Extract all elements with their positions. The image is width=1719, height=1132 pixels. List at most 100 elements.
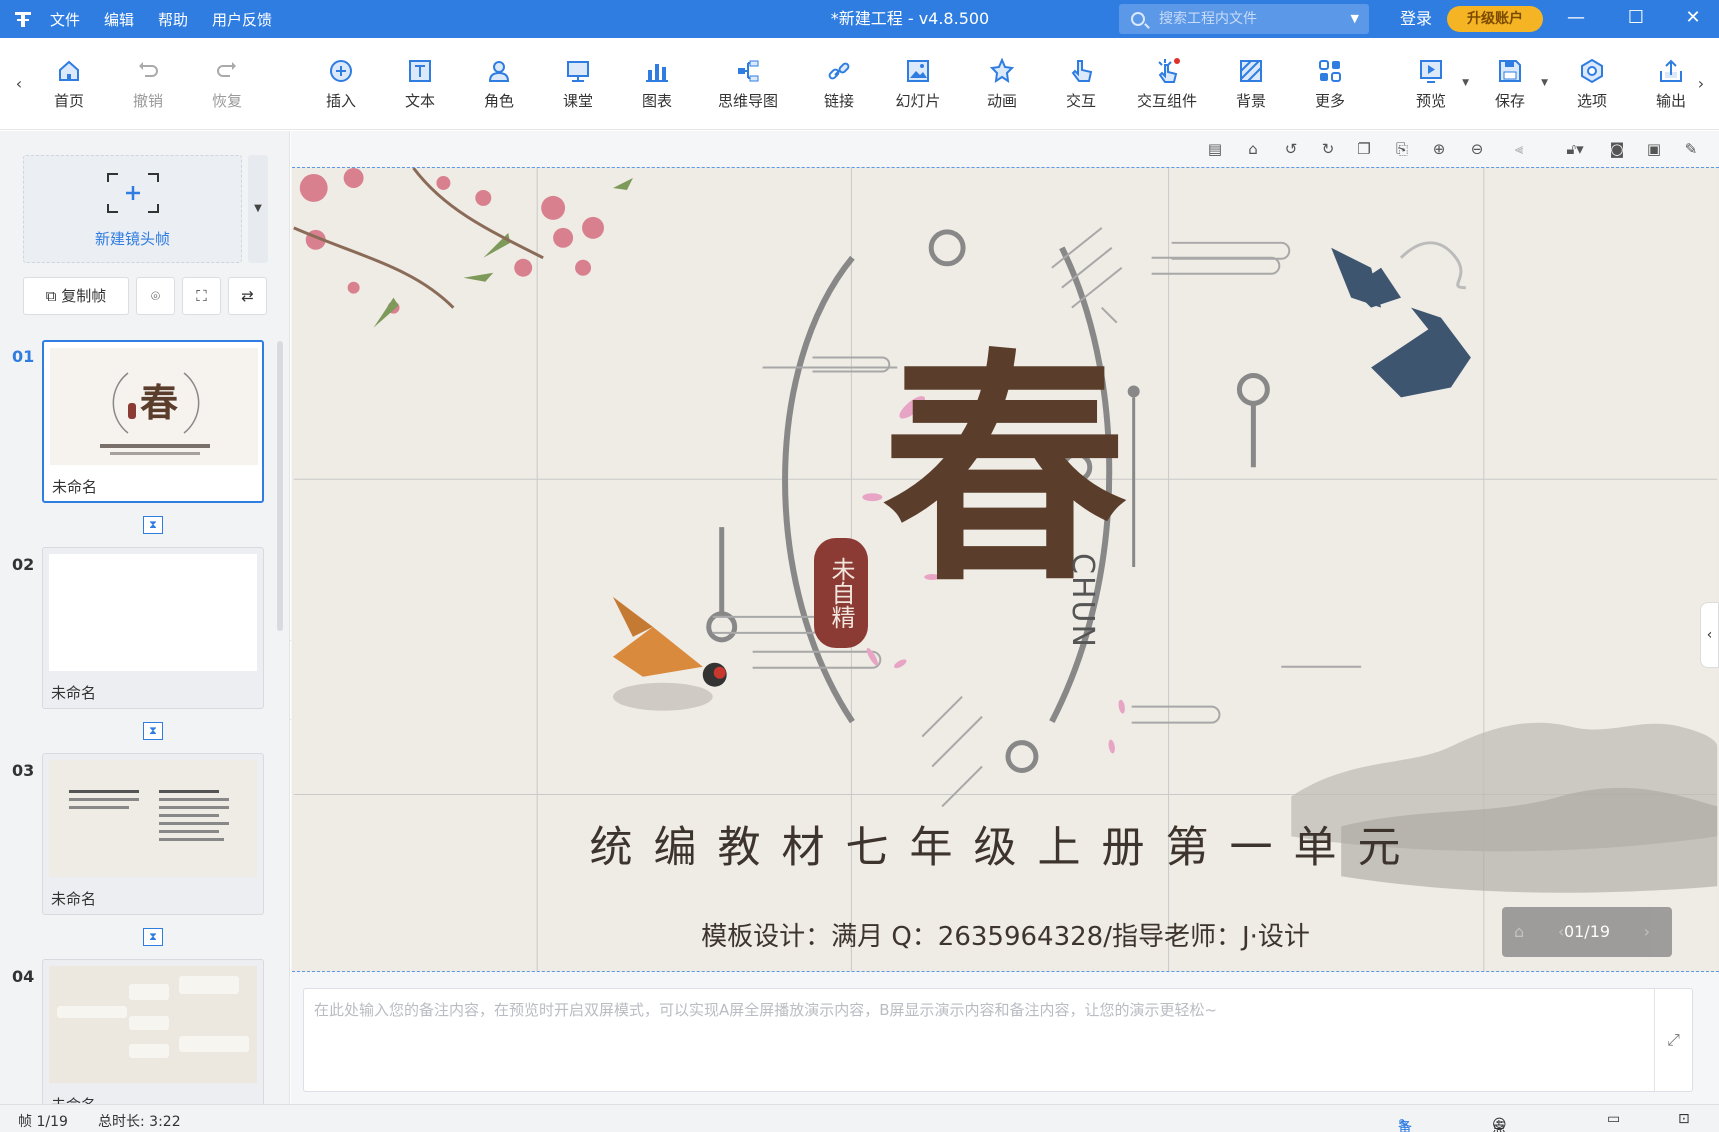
export-button[interactable]: 输出 xyxy=(1636,58,1706,118)
copy-frame-button[interactable]: ⧉ 复制帧 xyxy=(23,277,129,315)
options-button[interactable]: 选项 xyxy=(1557,58,1627,118)
interact-icon xyxy=(1071,60,1093,82)
settings-view-icon[interactable]: ▣ xyxy=(1644,139,1664,159)
link-button[interactable]: 链接 xyxy=(804,58,874,118)
copy-icon[interactable]: ❐ xyxy=(1354,139,1374,159)
transition-icon[interactable]: ⧗ xyxy=(143,928,163,946)
fit-frame-icon[interactable]: ⛶ xyxy=(182,277,221,315)
chevron-down-icon[interactable]: ▼ xyxy=(1351,4,1359,34)
zoom-out-icon[interactable]: ⊖ xyxy=(1467,139,1487,159)
search-input[interactable]: 搜索工程内文件 ▼ xyxy=(1119,4,1369,34)
insert-button[interactable]: 插入 xyxy=(306,58,376,118)
save-dropdown-icon[interactable]: ▼ xyxy=(1541,78,1548,88)
classroom-icon xyxy=(567,61,589,82)
menu-file[interactable]: 文件 xyxy=(50,9,80,30)
redo-button[interactable]: 恢复 xyxy=(192,58,262,118)
redo-label: 恢复 xyxy=(211,92,242,110)
transition-icon[interactable]: ⧗ xyxy=(143,516,163,534)
slide-name: 未命名 xyxy=(51,890,97,908)
home-view-icon[interactable]: ⌂ xyxy=(1243,139,1263,159)
screenshot-icon[interactable]: ◙ xyxy=(1607,139,1627,159)
app-logo xyxy=(12,8,34,30)
new-frame-button[interactable]: 新建镜头帧 xyxy=(23,155,242,263)
slide-pager: ⌂ ‹ 01/19 › xyxy=(1502,907,1672,957)
slideshow-button[interactable]: 幻灯片 xyxy=(883,58,953,118)
slide-preview: 春 xyxy=(50,348,258,465)
rotate-left-icon[interactable]: ↺ xyxy=(1281,139,1301,159)
close-icon[interactable]: ✕ xyxy=(1673,0,1713,38)
export-label: 输出 xyxy=(1655,92,1686,110)
mindmap-button[interactable]: 思维导图 xyxy=(711,58,785,118)
role-button[interactable]: 角色 xyxy=(464,58,534,118)
notes-field[interactable]: 在此处输入您的备注内容，在预览时开启双屏模式，可以实现A屏全屏播放演示内容，B屏… xyxy=(303,988,1693,1092)
upgrade-button[interactable]: 升级账户 xyxy=(1447,6,1543,32)
zoom-in-icon[interactable]: ⊕ xyxy=(1429,139,1449,159)
interactive-component-button[interactable]: 交互组件 xyxy=(1130,58,1204,118)
toolbar-scroll-left-icon[interactable]: ‹ xyxy=(11,74,27,104)
notes-placeholder: 在此处输入您的备注内容，在预览时开启双屏模式，可以实现A屏全屏播放演示内容，B屏… xyxy=(314,1001,1218,1019)
animation-button[interactable]: 动画 xyxy=(967,58,1037,118)
slide-pinyin[interactable]: CHUN xyxy=(1065,553,1100,649)
expand-right-panel-icon[interactable]: ‹ xyxy=(1700,602,1719,668)
text-label: 文本 xyxy=(404,92,435,110)
text-button[interactable]: 文本 xyxy=(385,58,455,118)
text-icon xyxy=(409,60,431,82)
background-button[interactable]: 背景 xyxy=(1216,58,1286,118)
pager-home-icon[interactable]: ⌂ xyxy=(1514,907,1524,957)
save-icon xyxy=(1499,60,1521,82)
save-button[interactable]: 保存 ▼ xyxy=(1472,58,1548,118)
classroom-button[interactable]: 课堂 xyxy=(543,58,613,118)
menu-edit[interactable]: 编辑 xyxy=(104,9,134,30)
slide-thumbnail-2[interactable]: 未命名 xyxy=(42,547,264,709)
slide-subtitle[interactable]: 统编教材七年级上册第一单元 xyxy=(292,813,1719,875)
paste-icon[interactable]: ⎘ xyxy=(1392,139,1412,159)
add-frame-icon xyxy=(107,173,159,213)
swap-icon[interactable]: ⇄ xyxy=(228,277,267,315)
slide-thumbnail-3[interactable]: 未命名 xyxy=(42,753,264,915)
minimize-icon[interactable]: — xyxy=(1556,0,1596,38)
expand-notes-icon[interactable]: ⤢ xyxy=(1654,989,1692,1091)
animation-label: 动画 xyxy=(986,92,1017,110)
unlock-icon[interactable]: ⊡ xyxy=(1678,1111,1690,1127)
menu-help[interactable]: 帮助 xyxy=(158,9,188,30)
frame-list-scrollbar[interactable] xyxy=(277,341,283,631)
background-label: 背景 xyxy=(1235,92,1266,110)
slide-thumbnail-4[interactable]: 未命名 xyxy=(42,959,264,1104)
screen-icon[interactable]: ▭ xyxy=(1607,1111,1620,1127)
home-button[interactable]: 首页 xyxy=(34,58,104,118)
rollcall-label: 点名 xyxy=(1492,1120,1506,1132)
insert-icon xyxy=(330,60,352,82)
undo-button[interactable]: 撤销 xyxy=(113,58,183,118)
layout-icon[interactable]: ▤ xyxy=(1205,139,1225,159)
align-icon[interactable]: ⫷ xyxy=(1509,139,1529,159)
edit-icon[interactable]: ✎ xyxy=(1681,139,1701,159)
main-menu: 文件 编辑 帮助 用户反馈 xyxy=(50,0,272,38)
camera-icon[interactable]: ⌾ xyxy=(136,277,175,315)
chart-button[interactable]: 图表 xyxy=(622,58,692,118)
preview-button[interactable]: 预览 ▼ xyxy=(1393,58,1469,118)
total-duration: 总时长: 3:22 xyxy=(98,1114,181,1130)
lock-icon[interactable]: 🔓︎▾ xyxy=(1559,139,1591,159)
pager-prev-icon[interactable]: ‹ xyxy=(1558,907,1564,957)
menu-feedback[interactable]: 用户反馈 xyxy=(212,9,272,30)
interactive-component-label: 交互组件 xyxy=(1136,92,1197,110)
transition-icon[interactable]: ⧗ xyxy=(143,722,163,740)
login-button[interactable]: 登录 xyxy=(1400,0,1432,38)
slide-thumbnail-1[interactable]: 春 未命名 xyxy=(42,340,264,503)
mindmap-icon xyxy=(738,60,759,82)
more-button[interactable]: 更多 xyxy=(1295,58,1365,118)
preview-dropdown-icon[interactable]: ▼ xyxy=(1462,78,1469,88)
seal-stamp[interactable]: 未自精 xyxy=(814,538,868,648)
link-label: 链接 xyxy=(823,92,854,110)
slide-canvas[interactable]: 春 CHUN 未自精 统编教材七年级上册第一单元 模板设计：满月 Q：26359… xyxy=(292,167,1719,972)
new-frame-dropdown-icon[interactable]: ▼ xyxy=(248,155,268,263)
pager-next-icon[interactable]: › xyxy=(1644,907,1650,957)
options-icon xyxy=(1581,58,1603,84)
rotate-right-icon[interactable]: ↻ xyxy=(1318,139,1338,159)
search-icon xyxy=(1131,12,1145,26)
maximize-icon[interactable]: ☐ xyxy=(1616,0,1656,38)
interact-button[interactable]: 交互 xyxy=(1046,58,1116,118)
undo-label: 撤销 xyxy=(132,92,163,110)
chart-icon xyxy=(646,64,668,82)
more-icon xyxy=(1319,60,1341,82)
